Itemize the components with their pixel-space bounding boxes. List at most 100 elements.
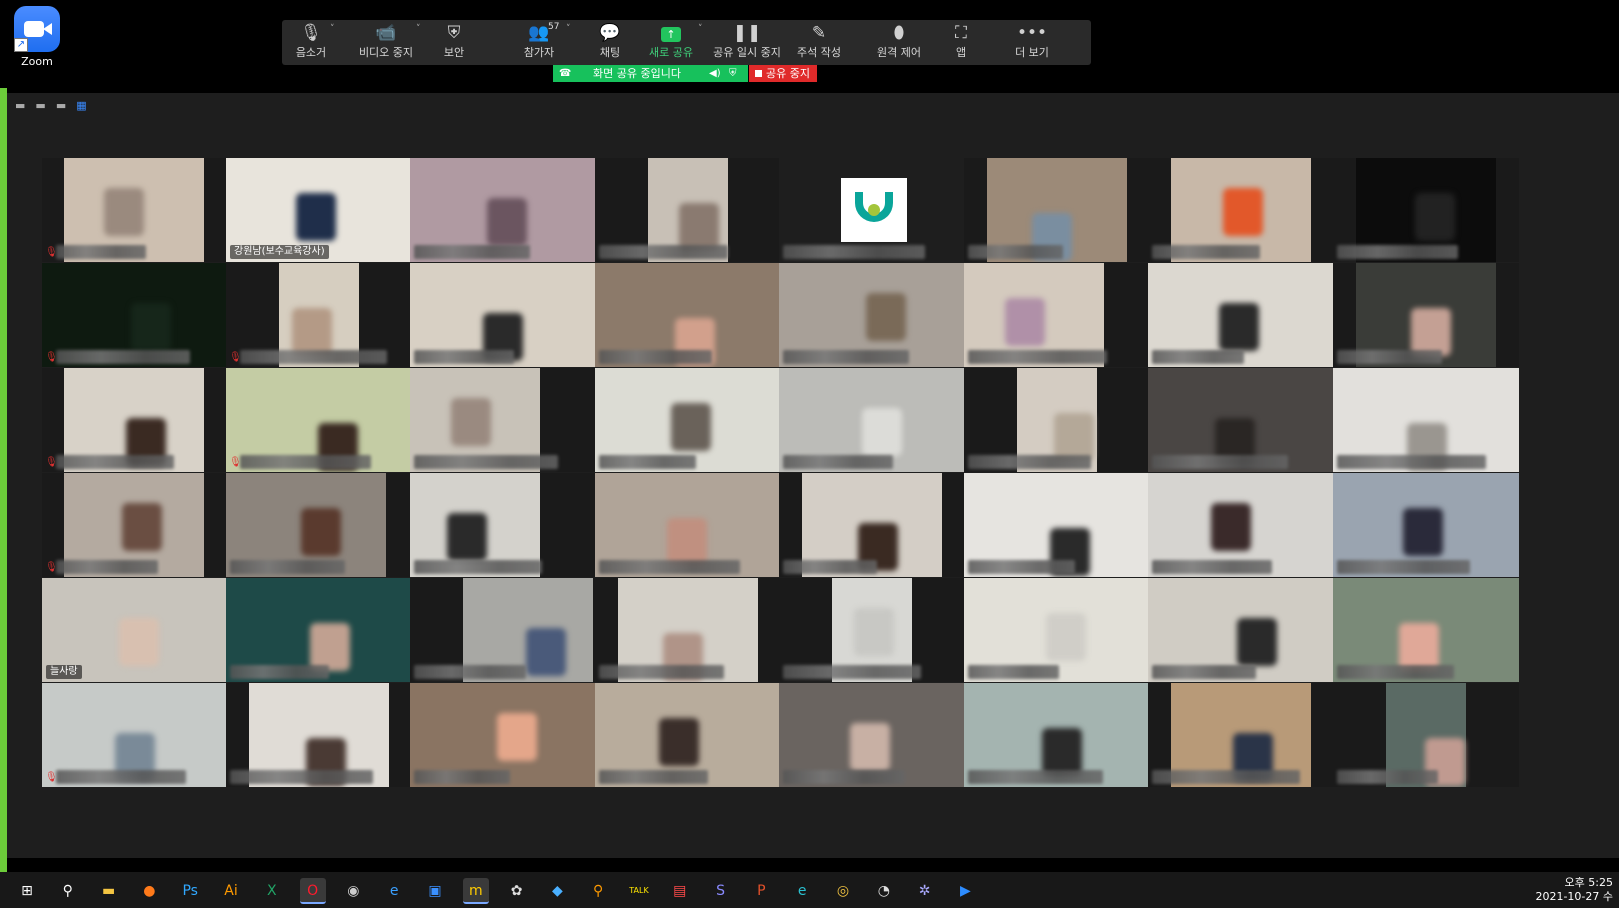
participant-tile[interactable] bbox=[964, 158, 1150, 262]
participant-tile[interactable] bbox=[1148, 578, 1334, 682]
internet-explorer-icon[interactable]: e bbox=[381, 878, 407, 904]
participant-tile[interactable] bbox=[595, 368, 781, 472]
kakao-app-icon[interactable]: m bbox=[462, 878, 489, 904]
participant-tile[interactable] bbox=[1333, 158, 1519, 262]
participant-tile[interactable] bbox=[410, 158, 596, 262]
chevron-down-icon[interactable]: ˅ bbox=[566, 24, 571, 34]
participant-name bbox=[1337, 245, 1458, 259]
participant-tile[interactable] bbox=[1333, 683, 1519, 787]
participant-tile[interactable] bbox=[595, 473, 781, 577]
stop-share-button[interactable]: 공유 중지 bbox=[749, 65, 817, 82]
participant-tile[interactable] bbox=[226, 683, 412, 787]
annotate-button[interactable]: ✎ 주석 작성 bbox=[788, 20, 850, 65]
participant-tile[interactable] bbox=[410, 473, 596, 577]
participant-tile[interactable]: 🎙 bbox=[42, 683, 228, 787]
gear-app-icon[interactable]: ✲ bbox=[912, 878, 938, 904]
participant-tile[interactable] bbox=[1148, 263, 1334, 367]
participants-button[interactable]: 👥 참가자 ˅ 57 bbox=[508, 20, 571, 65]
participant-tile[interactable] bbox=[1333, 473, 1519, 577]
participant-tile[interactable] bbox=[779, 368, 965, 472]
powerpoint-icon[interactable]: P bbox=[748, 878, 774, 904]
participant-tile[interactable] bbox=[1148, 368, 1334, 472]
participant-tile[interactable] bbox=[595, 683, 781, 787]
windows-start-icon[interactable]: ⊞ bbox=[14, 878, 40, 904]
remote-control-button[interactable]: ⬮ 원격 제어 bbox=[868, 20, 930, 65]
more-button[interactable]: ••• 더 보기 bbox=[997, 20, 1067, 65]
participant-tile[interactable]: 🎙 bbox=[42, 368, 228, 472]
participant-tile[interactable] bbox=[1148, 473, 1334, 577]
photoshop-icon[interactable]: Ps bbox=[177, 878, 203, 904]
settings-app-icon[interactable]: ✿ bbox=[504, 878, 530, 904]
participant-tile[interactable] bbox=[964, 578, 1150, 682]
system-clock[interactable]: 오후 5:25 2021-10-27 수 bbox=[1535, 876, 1613, 904]
sharing-indicator[interactable]: ☎ 화면 공유 중입니다 ◀) ⛨ bbox=[553, 65, 748, 82]
participant-tile[interactable] bbox=[595, 578, 781, 682]
participant-tile[interactable] bbox=[595, 158, 781, 262]
participant-tile[interactable] bbox=[226, 578, 412, 682]
participant-tile[interactable] bbox=[1333, 263, 1519, 367]
new-share-button[interactable]: ↑ 새로 공유 ˅ bbox=[642, 20, 703, 65]
participant-tile[interactable] bbox=[410, 578, 596, 682]
speaker-view-icon[interactable]: ▬ bbox=[56, 99, 66, 112]
participant-tile[interactable] bbox=[779, 263, 965, 367]
edge-icon[interactable]: e bbox=[789, 878, 815, 904]
file-explorer-icon[interactable]: ▬ bbox=[96, 878, 122, 904]
participant-tile[interactable] bbox=[964, 683, 1150, 787]
firefox-icon[interactable]: ● bbox=[136, 878, 162, 904]
participant-tile[interactable]: 강원남(보수교육강사) bbox=[226, 158, 412, 262]
security-button[interactable]: ⛨ 보안 bbox=[432, 20, 476, 65]
participant-tile[interactable] bbox=[410, 368, 596, 472]
participant-name bbox=[56, 350, 190, 364]
opera-icon[interactable]: O bbox=[299, 878, 326, 904]
participant-tile[interactable] bbox=[779, 683, 965, 787]
clock-badge-icon[interactable]: ◔ bbox=[871, 878, 897, 904]
s-app-icon[interactable]: S bbox=[708, 878, 734, 904]
participant-tile[interactable] bbox=[779, 158, 965, 262]
participant-tile[interactable] bbox=[595, 263, 781, 367]
security-app-icon[interactable]: ▣ bbox=[422, 878, 448, 904]
participant-tile[interactable] bbox=[964, 473, 1150, 577]
stop-video-button[interactable]: 📹 비디오 중지 ˅ bbox=[346, 20, 426, 65]
participant-tile[interactable] bbox=[410, 263, 596, 367]
participant-tile[interactable] bbox=[779, 473, 965, 577]
participants-button-label: 참가자 bbox=[523, 46, 555, 59]
participant-tile[interactable] bbox=[779, 578, 965, 682]
participant-tile[interactable]: 🎙 bbox=[42, 473, 228, 577]
camera-app-icon[interactable]: ◉ bbox=[340, 878, 366, 904]
minimize-view-icon[interactable]: ▬ bbox=[15, 99, 25, 112]
thumbnail-view-icon[interactable]: ▬ bbox=[35, 99, 45, 112]
mute-button[interactable]: 🎙 음소거 ˅ bbox=[286, 20, 336, 65]
participant-tile[interactable] bbox=[964, 263, 1150, 367]
gallery-view-icon[interactable]: ▦ bbox=[76, 99, 86, 112]
zoom-taskbar-icon[interactable]: ▶ bbox=[952, 878, 978, 904]
participant-tile[interactable]: 🎙 bbox=[226, 263, 412, 367]
participant-tile[interactable] bbox=[1333, 578, 1519, 682]
participant-tile[interactable]: 🎙 bbox=[226, 368, 412, 472]
bird-app-icon[interactable]: ◆ bbox=[544, 878, 570, 904]
chat-button[interactable]: 💬 채팅 bbox=[588, 20, 632, 65]
participant-tile[interactable]: 🎙 bbox=[42, 263, 228, 367]
zoom-desktop-shortcut[interactable]: ↗ Zoom bbox=[12, 6, 62, 68]
participant-tile[interactable]: 늘사랑 bbox=[42, 578, 228, 682]
chrome-icon[interactable]: ◎ bbox=[830, 878, 856, 904]
kakaotalk-icon[interactable]: TALK bbox=[626, 878, 652, 904]
participant-name bbox=[783, 245, 925, 259]
search-icon[interactable]: ⚲ bbox=[55, 878, 81, 904]
search-app-icon[interactable]: ⚲ bbox=[585, 878, 611, 904]
participant-tile[interactable] bbox=[964, 368, 1150, 472]
participant-tile[interactable] bbox=[410, 683, 596, 787]
participant-tile[interactable]: 🎙 bbox=[42, 158, 228, 262]
organization-logo-icon bbox=[841, 178, 907, 242]
participant-tile[interactable] bbox=[1148, 158, 1334, 262]
chevron-down-icon[interactable]: ˅ bbox=[330, 24, 335, 34]
pause-share-button[interactable]: ❚❚ 공유 일시 중지 bbox=[708, 20, 786, 65]
participant-tile[interactable] bbox=[1148, 683, 1334, 787]
chevron-down-icon[interactable]: ˅ bbox=[698, 24, 703, 34]
excel-icon[interactable]: X bbox=[259, 878, 285, 904]
apps-button[interactable]: ⛶ 앱 bbox=[942, 20, 980, 65]
participant-tile[interactable] bbox=[226, 473, 412, 577]
chevron-down-icon[interactable]: ˅ bbox=[416, 24, 421, 34]
participant-tile[interactable] bbox=[1333, 368, 1519, 472]
illustrator-icon[interactable]: Ai bbox=[218, 878, 244, 904]
document-app-icon[interactable]: ▤ bbox=[667, 878, 693, 904]
